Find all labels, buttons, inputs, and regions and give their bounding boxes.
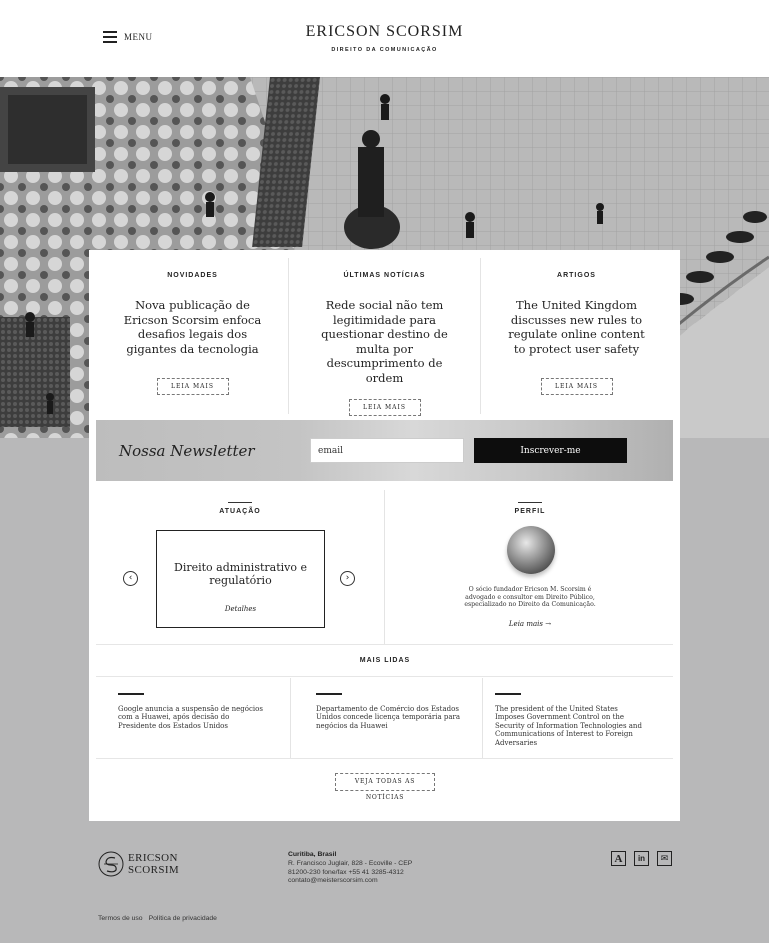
brand-name: ERICSON SCORSIM xyxy=(305,23,464,40)
newsletter-bar: Nossa Newsletter Inscrever-me xyxy=(96,420,673,481)
read-more-button[interactable]: LEIA MAIS xyxy=(540,378,613,395)
subscribe-button[interactable]: Inscrever-me xyxy=(474,438,627,463)
news-category: ARTIGOS xyxy=(557,272,596,279)
brand-subtitle: DIREITO DA COMUNICAÇÃO xyxy=(331,47,438,53)
item-rule xyxy=(118,693,144,695)
atuacao-card: Direito administrativo e regulatório Det… xyxy=(156,530,325,628)
read-more-button[interactable]: LEIA MAIS xyxy=(348,399,421,416)
atuacao-heading-text: ATUAÇÃO xyxy=(219,508,261,515)
news-title[interactable]: Nova publicação de Ericson Scorsim enfoc… xyxy=(118,298,268,356)
news-card-ultimas: ÚLTIMAS NOTÍCIAS Rede social não tem leg… xyxy=(289,258,480,416)
footer-logo[interactable]: ERICSON SCORSIM xyxy=(98,851,179,877)
item-rule xyxy=(495,693,521,695)
news-card-artigos: ARTIGOS The United Kingdom discusses new… xyxy=(481,258,672,413)
divider xyxy=(96,758,673,759)
perfil-heading-text: PERFIL xyxy=(514,508,546,515)
item-rule xyxy=(316,693,342,695)
see-all-news-button[interactable]: VEJA TODAS AS NOTÍCIAS xyxy=(335,773,435,801)
heading-rule xyxy=(228,502,252,503)
most-read-link[interactable]: Departamento de Comércio dos Estados Uni… xyxy=(316,705,466,730)
carousel-next-button[interactable]: › xyxy=(340,571,355,586)
footer-address: Curitiba, Brasil R. Francisco Juglair, 8… xyxy=(288,851,412,886)
news-card-novidades: NOVIDADES Nova publicação de Ericson Sco… xyxy=(97,258,288,413)
carousel-prev-button[interactable]: ‹ xyxy=(123,571,138,586)
news-title[interactable]: The United Kingdom discusses new rules t… xyxy=(502,298,652,356)
privacy-link[interactable]: Política de privacidade xyxy=(149,915,217,922)
atuacao-item-title: Direito administrativo e regulatório xyxy=(174,561,307,587)
most-read-link[interactable]: Google anuncia a suspensão de negócios c… xyxy=(118,705,268,730)
news-title[interactable]: Rede social não tem legitimidade para qu… xyxy=(310,298,460,385)
divider xyxy=(96,644,673,645)
site-header: MENU ERICSON SCORSIM DIREITO DA COMUNICA… xyxy=(0,0,769,77)
linkedin-icon[interactable]: in xyxy=(634,851,649,866)
profile-photo xyxy=(507,526,555,574)
divider xyxy=(384,490,385,645)
news-category: ÚLTIMAS NOTÍCIAS xyxy=(343,272,426,279)
newsletter-email-input[interactable] xyxy=(310,438,464,463)
logo-line-2: SCORSIM xyxy=(128,864,180,876)
content-panel: NOVIDADES Nova publicação de Ericson Sco… xyxy=(89,250,680,821)
perfil-heading: PERFIL xyxy=(480,502,580,515)
details-link[interactable]: Detalhes xyxy=(157,605,324,613)
divider xyxy=(482,678,483,758)
divider xyxy=(290,678,291,758)
footer-address-line-2: 81200-230 fone/fax +55 41 3285-4312 xyxy=(288,868,404,876)
mail-icon[interactable]: ✉ xyxy=(657,851,672,866)
footer-city: Curitiba, Brasil xyxy=(288,851,337,858)
footer-links: Termos de uso Política de privacidade xyxy=(98,915,217,922)
heading-rule xyxy=(518,502,542,503)
brand-logo[interactable]: ERICSON SCORSIM DIREITO DA COMUNICAÇÃO xyxy=(0,23,769,53)
footer-logo-words: ERICSON SCORSIM xyxy=(128,852,179,877)
news-category: NOVIDADES xyxy=(167,272,218,279)
logo-mark-icon xyxy=(98,851,124,877)
divider xyxy=(96,676,673,677)
atuacao-heading: ATUAÇÃO xyxy=(190,502,290,515)
font-size-icon[interactable]: A xyxy=(611,851,626,866)
logo-line-1: ERICSON xyxy=(128,851,178,864)
terms-link[interactable]: Termos de uso xyxy=(98,915,143,922)
profile-read-more-link[interactable]: Leia mais → xyxy=(457,620,603,628)
mais-lidas-heading-text: MAIS LIDAS xyxy=(359,657,411,664)
footer-address-line-1: R. Francisco Juglair, 828 - Ecoville - C… xyxy=(288,859,413,867)
profile-text: O sócio fundador Ericson M. Scorsim é ad… xyxy=(464,586,596,608)
most-read-link[interactable]: The president of the United States Impos… xyxy=(495,705,645,747)
footer-social: A in ✉ xyxy=(611,851,672,866)
mais-lidas-heading: MAIS LIDAS xyxy=(335,657,435,664)
footer-email-link[interactable]: contato@meisterscorsim.com xyxy=(288,877,412,886)
newsletter-title: Nossa Newsletter xyxy=(119,442,255,460)
read-more-button[interactable]: LEIA MAIS xyxy=(156,378,229,395)
